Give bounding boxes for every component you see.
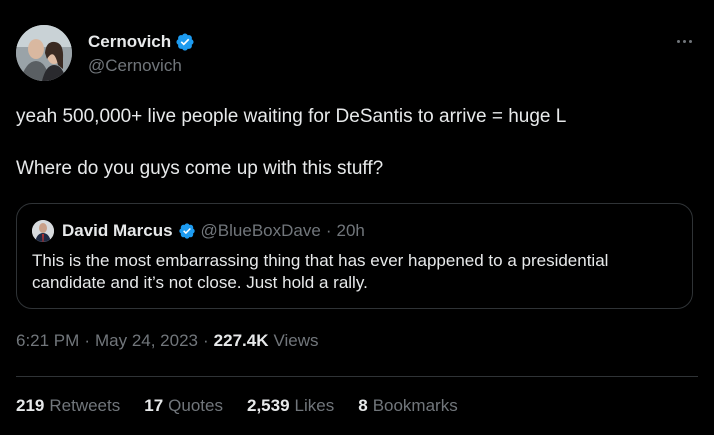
tweet-meta: 6:21 PM · May 24, 2023 · 227.4K Views	[16, 331, 319, 351]
quotes-count: 17	[144, 396, 164, 415]
tweet-detail: Cernovich @Cernovich yeah 500,000+ live …	[0, 0, 714, 435]
author-avatar[interactable]	[16, 25, 72, 81]
bookmarks-count: 8	[358, 396, 368, 415]
more-options-icon[interactable]	[672, 31, 696, 51]
views-label: Views	[273, 331, 319, 350]
retweets-count: 219	[16, 396, 45, 415]
separator-dot: ·	[325, 221, 332, 240]
verified-badge-icon	[175, 32, 195, 52]
tweet-date[interactable]: May 24, 2023	[95, 331, 198, 351]
quoted-tweet-card[interactable]: David Marcus @BlueBoxDave · 20h This is …	[16, 203, 693, 309]
author-handle[interactable]: @Cernovich	[88, 56, 182, 76]
tweet-time[interactable]: 6:21 PM	[16, 331, 79, 351]
quoted-author-display-name: David Marcus	[62, 221, 173, 240]
author-display-name[interactable]: Cernovich	[88, 32, 171, 52]
author-name-row[interactable]: Cernovich	[88, 31, 195, 53]
tweet-text-line: Where do you guys come up with this stuf…	[16, 158, 384, 179]
likes-count: 2,539	[246, 396, 290, 415]
retweets-stat[interactable]: 219 Retweets	[16, 396, 120, 416]
bookmarks-label: Bookmarks	[372, 396, 458, 415]
quotes-label: Quotes	[168, 396, 223, 415]
retweets-label: Retweets	[49, 396, 121, 415]
quoted-tweet-header: David Marcus @BlueBoxDave · 20h	[32, 220, 365, 242]
quoted-author-avatar[interactable]	[32, 220, 54, 242]
quoted-tweet-text: This is the most embarrassing thing that…	[32, 251, 609, 292]
separator-dot: ·	[203, 331, 209, 350]
tweet-stats: 219 Retweets 17 Quotes 2,539 Likes 8 Boo…	[16, 396, 458, 416]
quoted-tweet-time[interactable]: 20h	[336, 221, 364, 241]
tweet-text-line: yeah 500,000+ live people waiting for De…	[16, 106, 567, 127]
likes-label: Likes	[294, 396, 335, 415]
tweet-text: yeah 500,000+ live people waiting for De…	[16, 104, 696, 182]
separator-dot: ·	[84, 331, 90, 350]
views-count: 227.4K	[213, 331, 269, 350]
divider	[16, 376, 698, 377]
quoted-author-handle: @BlueBoxDave	[200, 221, 321, 240]
quotes-stat[interactable]: 17 Quotes	[144, 396, 223, 416]
bookmarks-stat[interactable]: 8 Bookmarks	[358, 396, 458, 416]
verified-badge-icon	[178, 222, 196, 240]
likes-stat[interactable]: 2,539 Likes	[247, 396, 334, 416]
